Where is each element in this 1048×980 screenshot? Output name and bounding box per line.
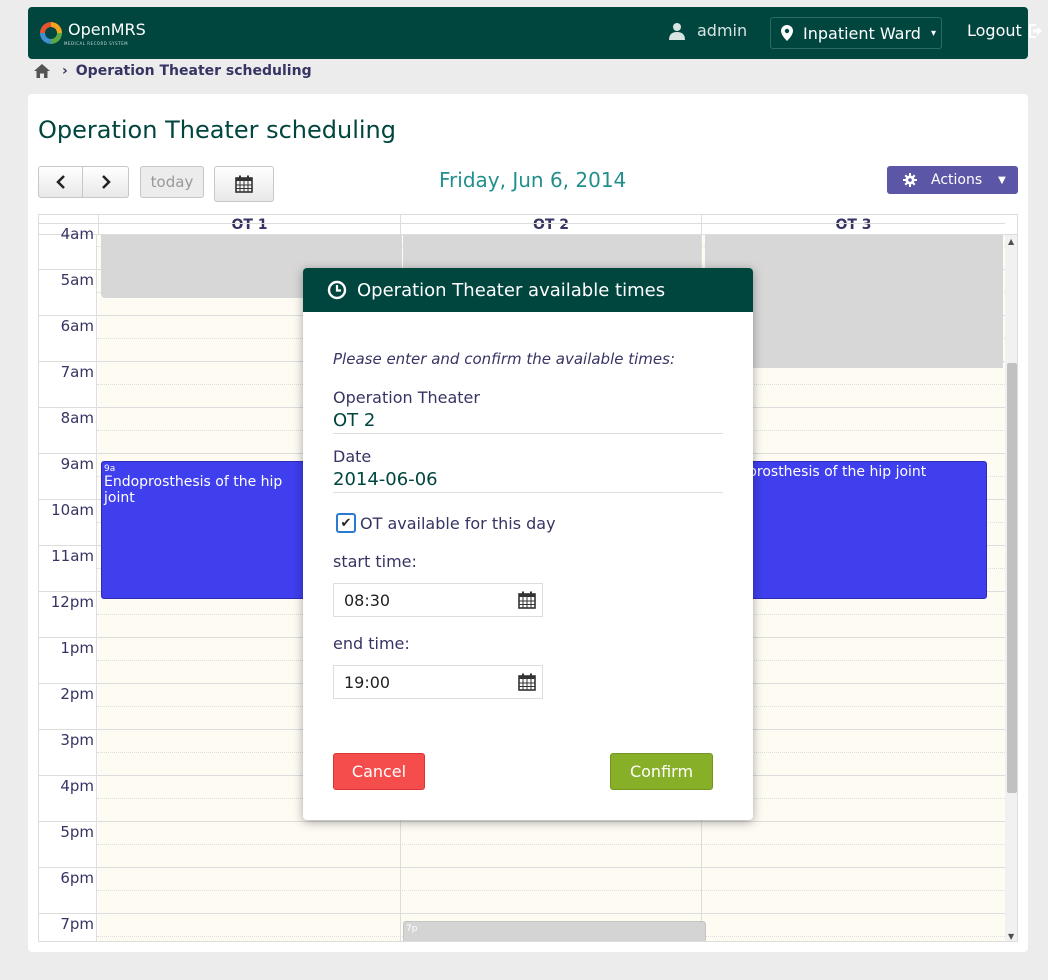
dialog-instruction: Please enter and confirm the available t… <box>333 350 675 368</box>
date-label: Date <box>333 447 372 466</box>
nav-button-group <box>38 166 129 198</box>
next-button[interactable] <box>83 166 129 198</box>
breadcrumb: › Operation Theater scheduling <box>34 63 312 79</box>
map-marker-icon <box>781 25 793 41</box>
clock-icon <box>327 280 347 300</box>
user-name: admin <box>697 21 748 40</box>
date-value: 2014-06-06 <box>333 469 723 493</box>
available-times-dialog: Operation Theater available times Please… <box>303 268 753 820</box>
breadcrumb-current: Operation Theater scheduling <box>75 63 312 79</box>
end-time-label: end time: <box>333 634 410 653</box>
scroll-up-arrow-icon[interactable]: ▲ <box>1008 237 1014 246</box>
home-icon[interactable] <box>34 64 50 78</box>
calendar-icon[interactable] <box>518 673 536 691</box>
half-hour-line <box>97 844 1005 845</box>
calendar-event-ot3[interactable]: prosthesis of the hip joint <box>719 461 987 599</box>
page-title: Operation Theater scheduling <box>38 116 396 144</box>
time-row[interactable]: 6pm <box>39 867 1005 913</box>
dialog-header: Operation Theater available times <box>303 268 753 312</box>
start-time-value: 08:30 <box>344 590 391 610</box>
chevron-left-icon <box>55 175 65 189</box>
prev-button[interactable] <box>38 166 83 198</box>
logout-label: Logout <box>967 21 1022 40</box>
caret-down-icon: ▼ <box>998 174 1006 186</box>
location-name: Inpatient Ward <box>803 23 921 43</box>
top-header: OpenMRS MEDICAL RECORD SYSTEM admin Inpa… <box>28 7 1042 59</box>
sign-out-icon <box>1028 23 1042 38</box>
location-selector[interactable]: Inpatient Ward ▾ <box>770 17 942 49</box>
available-label: OT available for this day <box>360 513 556 533</box>
time-axis-column <box>39 235 97 941</box>
calendar-icon[interactable] <box>518 591 536 609</box>
calendar-event-ot1[interactable]: 9a Endoprosthesis of the hip joint <box>101 461 309 599</box>
calendar-scrollbar[interactable]: ▲ ▼ <box>1005 235 1017 941</box>
calendar-icon <box>235 175 253 193</box>
openmrs-logo[interactable]: OpenMRS MEDICAL RECORD SYSTEM <box>38 20 146 46</box>
end-time-input[interactable]: 19:00 <box>333 665 543 699</box>
cancel-button[interactable]: Cancel <box>333 753 425 790</box>
scroll-down-arrow-icon[interactable]: ▼ <box>1008 932 1014 941</box>
available-checkbox-row[interactable]: ✔ OT available for this day <box>336 513 556 533</box>
logo-subtext: MEDICAL RECORD SYSTEM <box>64 41 129 46</box>
ot-value: OT 2 <box>333 410 723 434</box>
user-icon <box>669 22 685 40</box>
actions-dropdown-button[interactable]: Actions ▼ <box>887 166 1018 194</box>
unavailable-block-ot2-evening: 7p <box>403 921 706 941</box>
chevron-right-icon <box>101 175 111 189</box>
start-time-label: start time: <box>333 552 417 571</box>
openmrs-logo-icon <box>40 22 62 44</box>
today-button[interactable]: today <box>140 166 204 198</box>
event-title: Endoprosthesis of the hip joint <box>104 474 283 506</box>
event-title: prosthesis of the hip joint <box>748 464 927 480</box>
event-time: 7p <box>406 924 418 934</box>
confirm-button[interactable]: Confirm <box>610 753 713 790</box>
logo-text: OpenMRS <box>68 20 146 39</box>
event-time: 9a <box>104 464 116 474</box>
logout-link[interactable]: Logout <box>967 21 1046 40</box>
datepicker-button[interactable] <box>214 166 274 202</box>
user-menu[interactable]: admin <box>669 21 747 40</box>
dialog-title: Operation Theater available times <box>357 279 666 301</box>
caret-down-icon: ▾ <box>930 27 936 39</box>
current-date-title: Friday, Jun 6, 2014 <box>439 168 627 192</box>
available-checkbox[interactable]: ✔ <box>336 513 356 533</box>
gear-icon <box>903 173 917 187</box>
half-hour-line <box>97 890 1005 891</box>
scrollbar-thumb[interactable] <box>1007 363 1017 793</box>
ot-label: Operation Theater <box>333 388 480 407</box>
actions-label: Actions <box>931 172 983 188</box>
chevron-right-icon: › <box>62 63 68 79</box>
time-row[interactable]: 5pm <box>39 821 1005 867</box>
end-time-value: 19:00 <box>344 672 391 692</box>
start-time-input[interactable]: 08:30 <box>333 583 543 617</box>
